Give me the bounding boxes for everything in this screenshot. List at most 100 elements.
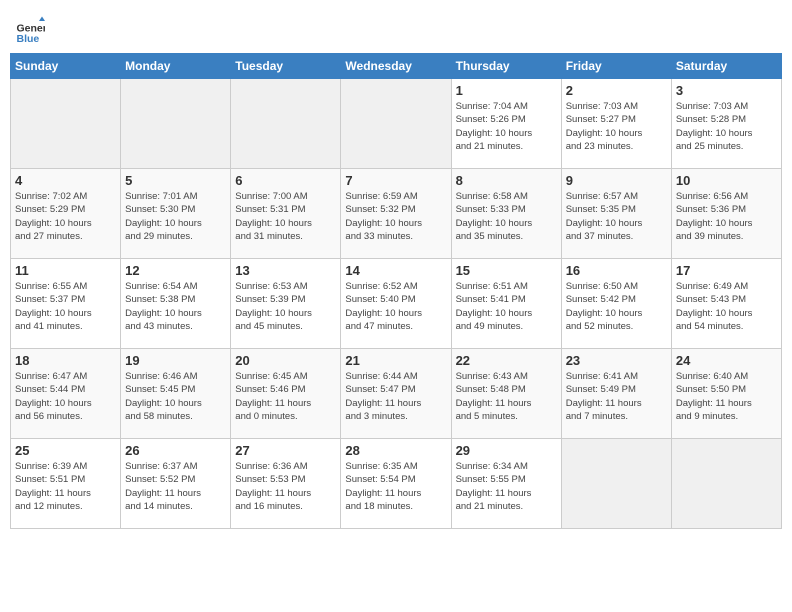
day-number: 18 bbox=[15, 353, 116, 368]
day-number: 5 bbox=[125, 173, 226, 188]
calendar-body: 1Sunrise: 7:04 AM Sunset: 5:26 PM Daylig… bbox=[11, 79, 782, 529]
day-info: Sunrise: 6:37 AM Sunset: 5:52 PM Dayligh… bbox=[125, 460, 226, 513]
calendar-cell bbox=[561, 439, 671, 529]
week-row-3: 18 Sunrise: 6:47 AM Sunset: 5:44 PM Dayli… bbox=[11, 349, 782, 439]
week-row-4: 25 Sunrise: 6:39 AM Sunset: 5:51 PM Dayli… bbox=[11, 439, 782, 529]
calendar-cell: 18 Sunrise: 6:47 AM Sunset: 5:44 PM Dayli… bbox=[11, 349, 121, 439]
day-info: Sunrise: 6:49 AM Sunset: 5:43 PM Dayligh… bbox=[676, 280, 777, 333]
day-number: 4 bbox=[15, 173, 116, 188]
calendar-cell: 10Sunrise: 6:56 AM Sunset: 5:36 PM Dayli… bbox=[671, 169, 781, 259]
day-info: Sunrise: 6:46 AM Sunset: 5:45 PM Dayligh… bbox=[125, 370, 226, 423]
calendar-cell: 25 Sunrise: 6:39 AM Sunset: 5:51 PM Dayli… bbox=[11, 439, 121, 529]
weekday-tuesday: Tuesday bbox=[231, 54, 341, 79]
day-info: Sunrise: 6:56 AM Sunset: 5:36 PM Dayligh… bbox=[676, 190, 777, 243]
day-number: 9 bbox=[566, 173, 667, 188]
calendar-cell: 12 Sunrise: 6:54 AM Sunset: 5:38 PM Dayli… bbox=[121, 259, 231, 349]
calendar-cell: 2Sunrise: 7:03 AM Sunset: 5:27 PM Daylig… bbox=[561, 79, 671, 169]
calendar-cell: 17 Sunrise: 6:49 AM Sunset: 5:43 PM Dayli… bbox=[671, 259, 781, 349]
logo: General Blue bbox=[15, 15, 49, 45]
calendar-cell: 5 Sunrise: 7:01 AM Sunset: 5:30 PM Daylig… bbox=[121, 169, 231, 259]
svg-text:Blue: Blue bbox=[17, 33, 40, 45]
weekday-sunday: Sunday bbox=[11, 54, 121, 79]
calendar-cell: 1Sunrise: 7:04 AM Sunset: 5:26 PM Daylig… bbox=[451, 79, 561, 169]
calendar-cell bbox=[231, 79, 341, 169]
day-number: 26 bbox=[125, 443, 226, 458]
day-number: 12 bbox=[125, 263, 226, 278]
day-info: Sunrise: 6:39 AM Sunset: 5:51 PM Dayligh… bbox=[15, 460, 116, 513]
day-info: Sunrise: 6:41 AM Sunset: 5:49 PM Dayligh… bbox=[566, 370, 667, 423]
day-number: 11 bbox=[15, 263, 116, 278]
calendar-cell: 26 Sunrise: 6:37 AM Sunset: 5:52 PM Dayli… bbox=[121, 439, 231, 529]
calendar-cell: 16 Sunrise: 6:50 AM Sunset: 5:42 PM Dayli… bbox=[561, 259, 671, 349]
day-number: 21 bbox=[345, 353, 446, 368]
day-number: 27 bbox=[235, 443, 336, 458]
calendar-cell: 29Sunrise: 6:34 AM Sunset: 5:55 PM Dayli… bbox=[451, 439, 561, 529]
weekday-monday: Monday bbox=[121, 54, 231, 79]
day-info: Sunrise: 6:36 AM Sunset: 5:53 PM Dayligh… bbox=[235, 460, 336, 513]
day-number: 8 bbox=[456, 173, 557, 188]
calendar-cell: 23 Sunrise: 6:41 AM Sunset: 5:49 PM Dayli… bbox=[561, 349, 671, 439]
day-number: 14 bbox=[345, 263, 446, 278]
day-info: Sunrise: 7:04 AM Sunset: 5:26 PM Dayligh… bbox=[456, 100, 557, 153]
day-info: Sunrise: 6:57 AM Sunset: 5:35 PM Dayligh… bbox=[566, 190, 667, 243]
day-info: Sunrise: 7:03 AM Sunset: 5:27 PM Dayligh… bbox=[566, 100, 667, 153]
day-info: Sunrise: 6:54 AM Sunset: 5:38 PM Dayligh… bbox=[125, 280, 226, 333]
calendar-cell: 27 Sunrise: 6:36 AM Sunset: 5:53 PM Dayli… bbox=[231, 439, 341, 529]
week-row-2: 11 Sunrise: 6:55 AM Sunset: 5:37 PM Dayli… bbox=[11, 259, 782, 349]
calendar-cell: 11 Sunrise: 6:55 AM Sunset: 5:37 PM Dayli… bbox=[11, 259, 121, 349]
day-number: 25 bbox=[15, 443, 116, 458]
calendar-cell: 8 Sunrise: 6:58 AM Sunset: 5:33 PM Daylig… bbox=[451, 169, 561, 259]
day-info: Sunrise: 7:00 AM Sunset: 5:31 PM Dayligh… bbox=[235, 190, 336, 243]
calendar-cell: 4 Sunrise: 7:02 AM Sunset: 5:29 PM Daylig… bbox=[11, 169, 121, 259]
calendar-cell: 20 Sunrise: 6:45 AM Sunset: 5:46 PM Dayli… bbox=[231, 349, 341, 439]
logo-icon: General Blue bbox=[15, 15, 45, 45]
weekday-header-row: SundayMondayTuesdayWednesdayThursdayFrid… bbox=[11, 54, 782, 79]
calendar-cell: 15Sunrise: 6:51 AM Sunset: 5:41 PM Dayli… bbox=[451, 259, 561, 349]
day-number: 28 bbox=[345, 443, 446, 458]
day-info: Sunrise: 7:02 AM Sunset: 5:29 PM Dayligh… bbox=[15, 190, 116, 243]
weekday-friday: Friday bbox=[561, 54, 671, 79]
calendar-cell bbox=[341, 79, 451, 169]
day-number: 20 bbox=[235, 353, 336, 368]
day-number: 29 bbox=[456, 443, 557, 458]
day-info: Sunrise: 6:44 AM Sunset: 5:47 PM Dayligh… bbox=[345, 370, 446, 423]
calendar-cell: 7Sunrise: 6:59 AM Sunset: 5:32 PM Daylig… bbox=[341, 169, 451, 259]
calendar-cell bbox=[11, 79, 121, 169]
day-number: 24 bbox=[676, 353, 777, 368]
calendar-cell: 28 Sunrise: 6:35 AM Sunset: 5:54 PM Dayli… bbox=[341, 439, 451, 529]
calendar-cell: 22Sunrise: 6:43 AM Sunset: 5:48 PM Dayli… bbox=[451, 349, 561, 439]
day-number: 3 bbox=[676, 83, 777, 98]
calendar-cell: 14 Sunrise: 6:52 AM Sunset: 5:40 PM Dayli… bbox=[341, 259, 451, 349]
day-info: Sunrise: 6:45 AM Sunset: 5:46 PM Dayligh… bbox=[235, 370, 336, 423]
day-number: 16 bbox=[566, 263, 667, 278]
day-info: Sunrise: 6:59 AM Sunset: 5:32 PM Dayligh… bbox=[345, 190, 446, 243]
weekday-saturday: Saturday bbox=[671, 54, 781, 79]
day-info: Sunrise: 6:47 AM Sunset: 5:44 PM Dayligh… bbox=[15, 370, 116, 423]
day-info: Sunrise: 6:53 AM Sunset: 5:39 PM Dayligh… bbox=[235, 280, 336, 333]
calendar-cell bbox=[121, 79, 231, 169]
calendar-cell: 6Sunrise: 7:00 AM Sunset: 5:31 PM Daylig… bbox=[231, 169, 341, 259]
day-info: Sunrise: 6:55 AM Sunset: 5:37 PM Dayligh… bbox=[15, 280, 116, 333]
day-info: Sunrise: 6:35 AM Sunset: 5:54 PM Dayligh… bbox=[345, 460, 446, 513]
calendar-table: SundayMondayTuesdayWednesdayThursdayFrid… bbox=[10, 53, 782, 529]
weekday-thursday: Thursday bbox=[451, 54, 561, 79]
day-info: Sunrise: 7:03 AM Sunset: 5:28 PM Dayligh… bbox=[676, 100, 777, 153]
calendar-cell: 21 Sunrise: 6:44 AM Sunset: 5:47 PM Dayli… bbox=[341, 349, 451, 439]
day-number: 19 bbox=[125, 353, 226, 368]
week-row-1: 4 Sunrise: 7:02 AM Sunset: 5:29 PM Daylig… bbox=[11, 169, 782, 259]
day-info: Sunrise: 6:58 AM Sunset: 5:33 PM Dayligh… bbox=[456, 190, 557, 243]
day-number: 23 bbox=[566, 353, 667, 368]
calendar-cell: 13 Sunrise: 6:53 AM Sunset: 5:39 PM Dayli… bbox=[231, 259, 341, 349]
day-info: Sunrise: 6:52 AM Sunset: 5:40 PM Dayligh… bbox=[345, 280, 446, 333]
weekday-wednesday: Wednesday bbox=[341, 54, 451, 79]
day-info: Sunrise: 6:40 AM Sunset: 5:50 PM Dayligh… bbox=[676, 370, 777, 423]
day-info: Sunrise: 7:01 AM Sunset: 5:30 PM Dayligh… bbox=[125, 190, 226, 243]
day-number: 13 bbox=[235, 263, 336, 278]
calendar-cell bbox=[671, 439, 781, 529]
page-header: General Blue bbox=[10, 10, 782, 45]
week-row-0: 1Sunrise: 7:04 AM Sunset: 5:26 PM Daylig… bbox=[11, 79, 782, 169]
day-number: 17 bbox=[676, 263, 777, 278]
calendar-cell: 9 Sunrise: 6:57 AM Sunset: 5:35 PM Daylig… bbox=[561, 169, 671, 259]
day-info: Sunrise: 6:50 AM Sunset: 5:42 PM Dayligh… bbox=[566, 280, 667, 333]
day-info: Sunrise: 6:43 AM Sunset: 5:48 PM Dayligh… bbox=[456, 370, 557, 423]
